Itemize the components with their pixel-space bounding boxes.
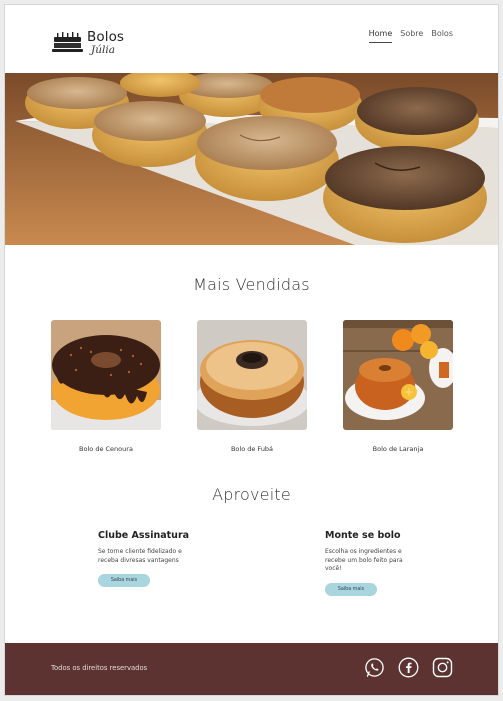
nav-home[interactable]: Home: [368, 29, 393, 43]
product-card[interactable]: Bolo de Fubá: [197, 320, 307, 453]
social-links: [364, 657, 453, 678]
product-card[interactable]: Bolo de Laranja: [343, 320, 453, 453]
hero-banner: [5, 73, 498, 245]
brand-name: Bolos: [87, 28, 125, 45]
learn-more-button[interactable]: Saiba mais: [98, 574, 150, 587]
offers-title: Aproveite: [212, 485, 291, 504]
learn-more-button[interactable]: Saiba mais: [325, 582, 377, 596]
offer-title: Monte se bolo: [325, 530, 401, 541]
orange-cake-photo[interactable]: [343, 320, 453, 430]
product-name: Bolo de Fubá: [230, 445, 274, 453]
offer-title: Clube Assinatura: [98, 530, 190, 541]
instagram-icon[interactable]: [432, 657, 453, 678]
page: Bolos Júlia Home Sobre Bolos Mais Vendid…: [4, 4, 499, 696]
site-header: Bolos Júlia Home Sobre Bolos: [5, 5, 498, 73]
carrot-cake-photo[interactable]: [51, 320, 161, 430]
offer-text: Escolha os ingredientes e recebe um bolo…: [325, 548, 403, 572]
main-nav: Home Sobre Bolos: [368, 29, 453, 43]
facebook-icon[interactable]: [398, 657, 419, 678]
offer-card-subscription: Clube Assinatura Se torne cliente fideli…: [98, 530, 228, 587]
cornmeal-cake-photo[interactable]: [197, 320, 307, 430]
best-sellers-title: Mais Vendidas: [193, 275, 310, 294]
brand-tagline: Júlia: [91, 44, 115, 56]
offer-card-build-cake: Monte se bolo Escolha os ingredientes e …: [325, 530, 455, 596]
copyright-text: Todos os direitos reservados: [51, 664, 148, 672]
nav-bolos[interactable]: Bolos: [431, 29, 453, 43]
product-name: Bolo de Laranja: [372, 445, 424, 453]
site-footer: Todos os direitos reservados: [5, 643, 498, 695]
hero-cakes-photo: [5, 73, 498, 245]
product-card[interactable]: Bolo de Cenoura: [51, 320, 161, 453]
offer-text: Se torne cliente fidelizado e receba div…: [98, 548, 182, 564]
brand-logo[interactable]: Bolos Júlia: [51, 29, 124, 57]
cake-icon: [52, 32, 83, 52]
whatsapp-icon[interactable]: [364, 657, 385, 678]
product-name: Bolo de Cenoura: [79, 445, 133, 453]
nav-sobre[interactable]: Sobre: [400, 29, 423, 43]
